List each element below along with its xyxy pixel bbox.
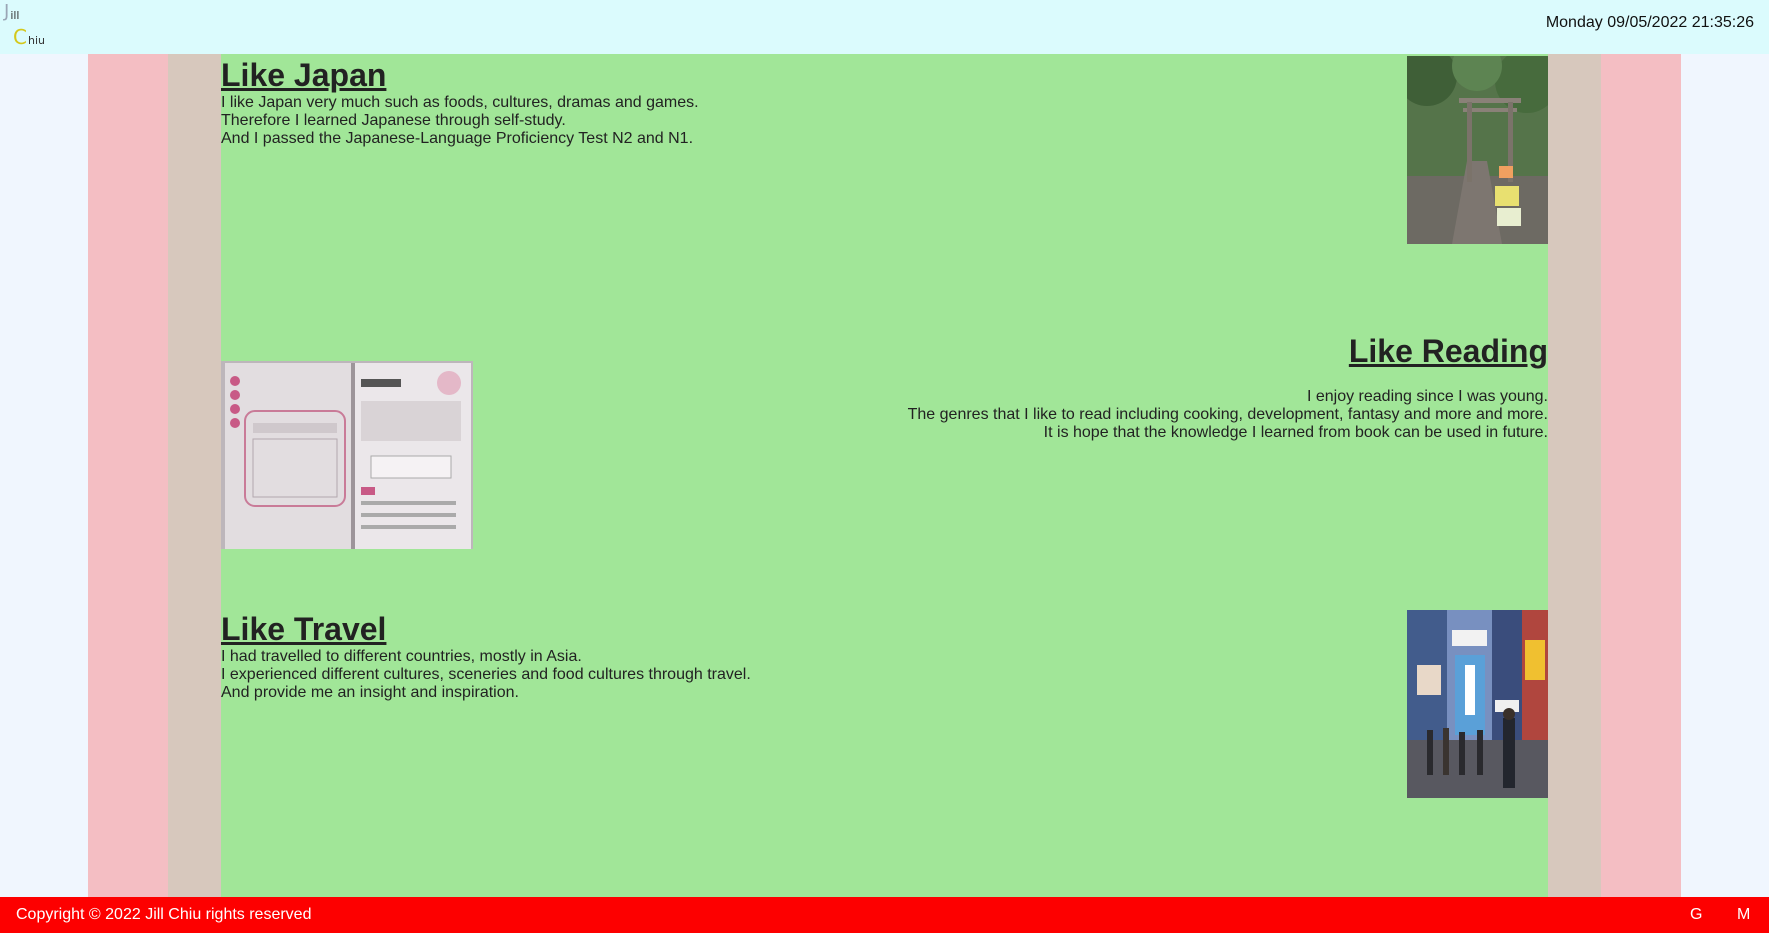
section-line: I experienced different cultures, scener… xyxy=(221,666,751,683)
footer-link-m[interactable]: M xyxy=(1737,906,1750,924)
section-line: I enjoy reading since I was young. xyxy=(1306,388,1548,405)
shrine-photo-illustration xyxy=(1407,56,1548,244)
logo-initial-c: C xyxy=(13,25,27,49)
logo-rest-last: hiu xyxy=(27,34,45,47)
site-header: Jill Chiu Monday 09/05/2022 21:35:26 xyxy=(0,0,1769,54)
logo-initial-j: J xyxy=(4,1,10,22)
copyright-text: Copyright © 2022 Jill Chiu rights reserv… xyxy=(16,906,312,923)
logo-first-name[interactable]: Jill xyxy=(4,1,20,23)
japanese-textbook-photo xyxy=(221,361,473,549)
main-content: Like Japan I like Japan very much such a… xyxy=(221,54,1548,897)
section-text: Like Travel I had travelled to different… xyxy=(221,610,751,702)
footer-link-g[interactable]: G xyxy=(1690,906,1702,924)
section-line: The genres that I like to read including… xyxy=(907,406,1548,423)
textbook-photo-illustration xyxy=(221,361,473,549)
current-datetime: Monday 09/05/2022 21:35:26 xyxy=(1545,14,1754,31)
section-title-travel[interactable]: Like Travel xyxy=(221,610,751,648)
section-line: I had travelled to different countries, … xyxy=(221,648,582,665)
site-footer: Copyright © 2022 Jill Chiu rights reserv… xyxy=(0,897,1769,933)
section-line: Therefore I learned Japanese through sel… xyxy=(221,112,566,129)
section-title-reading[interactable]: Like Reading xyxy=(908,332,1548,370)
section-text: Like Reading I enjoy reading since I was… xyxy=(908,332,1548,442)
section-title-japan[interactable]: Like Japan xyxy=(221,56,699,94)
logo-last-name[interactable]: Chiu xyxy=(13,27,45,47)
japan-shrine-photo xyxy=(1407,56,1548,244)
travel-photo-illustration xyxy=(1407,610,1548,798)
section-line: It is hope that the knowledge I learned … xyxy=(1043,424,1548,441)
dotonbori-travel-photo xyxy=(1407,610,1548,798)
section-text: Like Japan I like Japan very much such a… xyxy=(221,56,699,148)
section-line: I like Japan very much such as foods, cu… xyxy=(221,94,699,111)
section-line: And provide me an insight and inspiratio… xyxy=(221,684,519,701)
logo-rest-first: ill xyxy=(10,9,20,22)
section-line: And I passed the Japanese-Language Profi… xyxy=(221,130,694,147)
